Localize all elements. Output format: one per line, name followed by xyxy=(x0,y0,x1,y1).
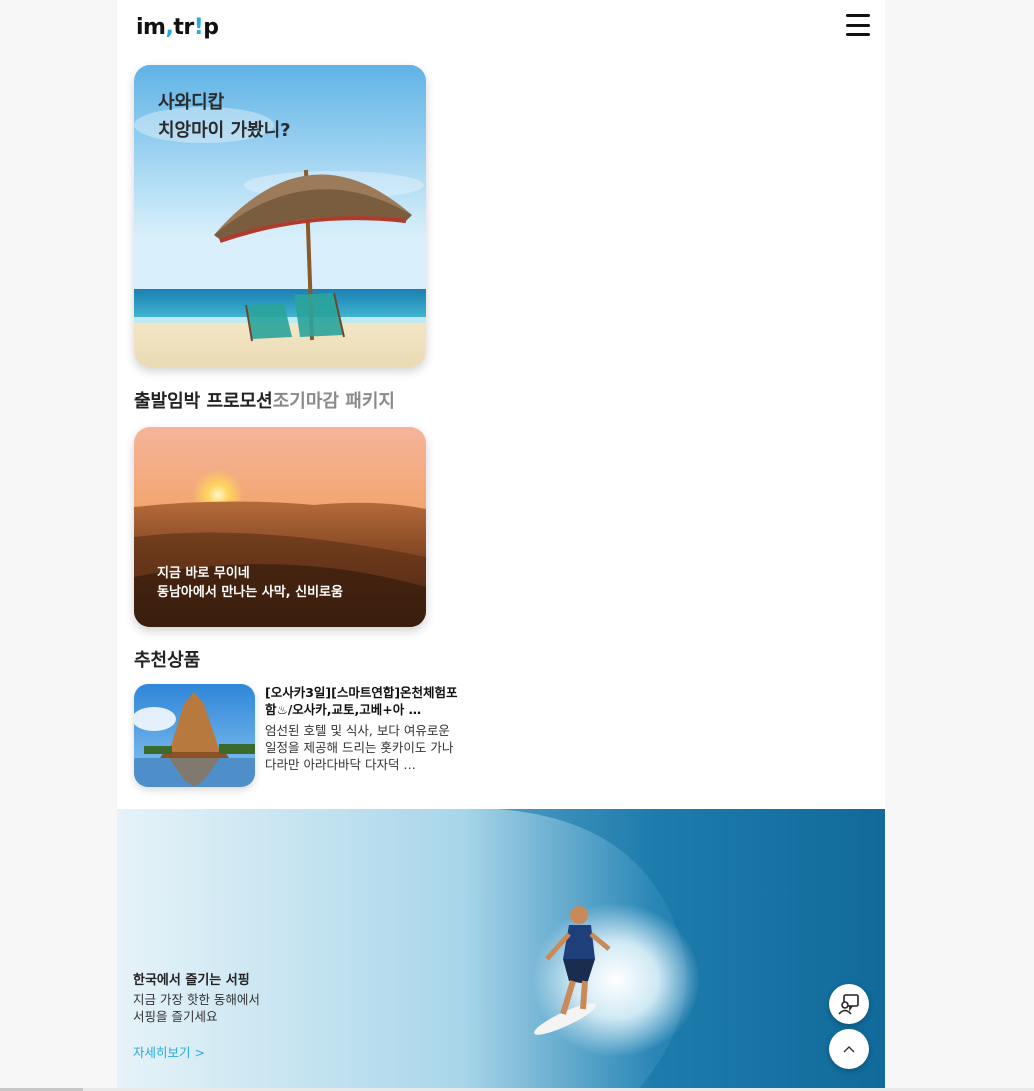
tab-departure-promotion[interactable]: 출발임박 프로모션 xyxy=(134,391,273,412)
promotion-tabs: 출발임박 프로모션조기마감 패키지 xyxy=(134,387,395,413)
logo-text-tr: tr xyxy=(173,15,194,40)
recommend-section-title: 추천상품 xyxy=(134,650,201,671)
surf-banner-title: 한국에서 즐기는 서핑 xyxy=(133,973,250,988)
hamburger-menu-icon[interactable] xyxy=(846,14,870,36)
scroll-to-top-button[interactable] xyxy=(829,1029,869,1069)
hero-title-line2: 치앙마이 가봤니? xyxy=(158,120,291,141)
promo-line2: 동남아에서 만나는 사막, 신비로움 xyxy=(157,585,343,600)
surf-desc-line2: 서핑을 즐기세요 xyxy=(133,1009,218,1024)
logo-text-p: p xyxy=(203,15,219,40)
promo-card-muine[interactable]: 지금 바로 무이네 동남아에서 만나는 사막, 신비로움 xyxy=(134,427,426,627)
logo-text-im: im xyxy=(136,15,166,40)
logo-exclamation: ! xyxy=(193,15,204,40)
hero-title: 사와디캅 치앙마이 가봤니? xyxy=(158,89,291,145)
surfer-wave-image xyxy=(117,809,885,1091)
page-container: im,tr!p 사와디캅 치앙마이 가봤니? 출발임박 프로모션조기마감 패키지… xyxy=(117,0,885,1091)
surf-banner[interactable]: 한국에서 즐기는 서핑 지금 가장 핫한 동해에서 서핑을 즐기세요 자세히보기… xyxy=(117,809,885,1091)
tab-early-close-package[interactable]: 조기마감 패키지 xyxy=(273,391,395,412)
recommend-item-name: [오사카3일][스마트연합]온천체험포함♨/오사카,교토,고베+아 … xyxy=(265,685,458,717)
recommend-item-description: 엄선된 호텔 및 식사, 보다 여유로운 일정을 제공해 드리는 홋카이도 가나… xyxy=(265,723,454,772)
site-logo[interactable]: im,tr!p xyxy=(136,15,219,40)
promo-caption: 지금 바로 무이네 동남아에서 만나는 사막, 신비로움 xyxy=(157,564,343,602)
chat-support-button[interactable] xyxy=(829,984,869,1024)
promo-line1: 지금 바로 무이네 xyxy=(157,566,250,581)
hero-title-line1: 사와디캅 xyxy=(158,92,225,113)
hero-banner-card[interactable]: 사와디캅 치앙마이 가봤니? xyxy=(134,65,426,367)
surf-detail-link[interactable]: 자세히보기 > xyxy=(133,1042,205,1061)
surf-desc-line1: 지금 가장 핫한 동해에서 xyxy=(133,992,260,1007)
temple-thumbnail-image xyxy=(134,684,255,787)
recommend-list-item[interactable]: [오사카3일][스마트연합]온천체험포함♨/오사카,교토,고베+아 … 엄선된 … xyxy=(134,684,464,794)
chevron-up-icon xyxy=(843,1046,855,1053)
surf-banner-description: 지금 가장 핫한 동해에서 서핑을 즐기세요 xyxy=(133,991,260,1025)
chat-support-icon xyxy=(838,994,859,1015)
